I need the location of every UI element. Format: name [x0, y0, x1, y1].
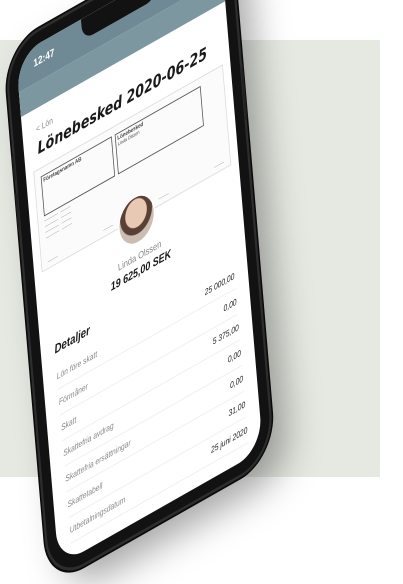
detail-label: Skatt — [60, 414, 77, 433]
status-time: 12:47 — [33, 46, 55, 70]
phone-device: 12:47 ▮▮ ◠ ▭ ✕ < Lön Lönebesked 2020-06-… — [6, 0, 273, 582]
detail-value: 0,00 — [227, 347, 242, 365]
phone-mockup: 12:47 ▮▮ ◠ ▭ ✕ < Lön Lönebesked 2020-06-… — [6, 0, 273, 582]
close-icon[interactable]: ✕ — [197, 0, 211, 3]
detail-value: 0,00 — [229, 373, 244, 391]
detail-value: 31,00 — [228, 399, 246, 419]
detail-value: 0,00 — [223, 296, 237, 314]
phone-screen: 12:47 ▮▮ ◠ ▭ ✕ < Lön Lönebesked 2020-06-… — [15, 0, 263, 566]
